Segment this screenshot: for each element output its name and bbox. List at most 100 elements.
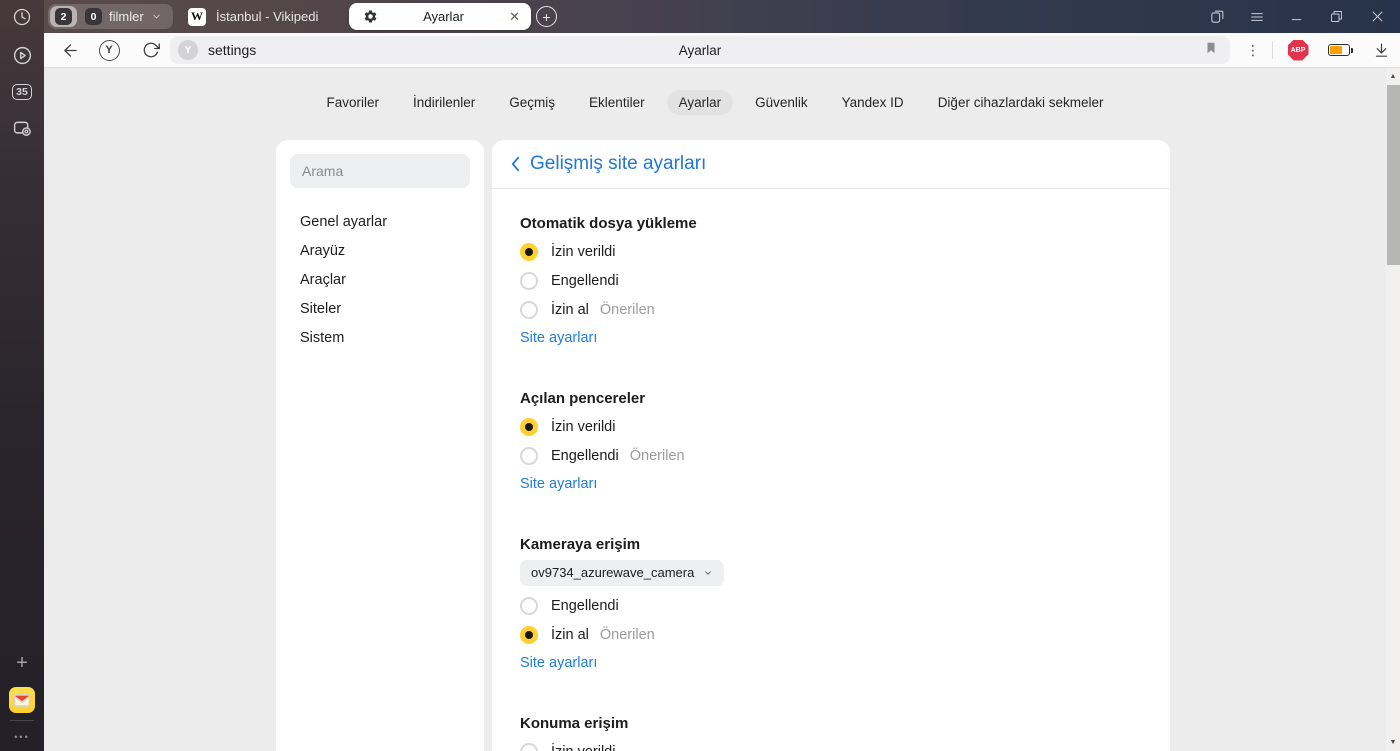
screenshot-icon[interactable] bbox=[0, 113, 44, 143]
scrollbar[interactable]: ▲ ▼ bbox=[1386, 68, 1400, 751]
settings-nav-item[interactable]: İndirilenler bbox=[401, 90, 487, 115]
tab-counter-value: 35 bbox=[12, 84, 32, 100]
option-label[interactable]: Engellendi bbox=[551, 273, 619, 289]
site-settings-link[interactable]: Site ayarları bbox=[520, 655, 597, 677]
settings-section: Konuma erişim İzin verildi bbox=[520, 715, 1142, 751]
history-icon[interactable] bbox=[0, 2, 44, 32]
browser-toolbar: Y Y settings Ayarlar ⋮ ABP bbox=[44, 33, 1400, 68]
radio-option-row: İzin verildi bbox=[520, 412, 1142, 441]
tab-group-label: filmler bbox=[109, 9, 144, 24]
downloads-icon[interactable] bbox=[1370, 33, 1392, 67]
option-label[interactable]: İzin verildi bbox=[551, 419, 615, 435]
settings-search-input[interactable] bbox=[290, 154, 470, 188]
option-label[interactable]: İzin al bbox=[551, 302, 589, 318]
close-window-icon[interactable] bbox=[1367, 0, 1387, 33]
address-bar[interactable]: Y settings Ayarlar bbox=[170, 36, 1230, 64]
back-icon[interactable] bbox=[56, 33, 84, 67]
tab-istanbul-vikipedi[interactable]: W İstanbul - Vikipedi bbox=[176, 0, 346, 33]
section-title: Kameraya erişim bbox=[520, 536, 641, 553]
settings-main-card: Gelişmiş site ayarları Otomatik dosya yü… bbox=[492, 140, 1170, 751]
settings-menu-item[interactable]: Araçlar bbox=[290, 265, 470, 294]
settings-nav-item[interactable]: Favoriler bbox=[314, 90, 391, 115]
refresh-icon[interactable] bbox=[137, 33, 165, 67]
bookmark-icon[interactable] bbox=[1204, 40, 1218, 61]
kebab-menu-icon[interactable]: ⋮ bbox=[1245, 33, 1261, 67]
mail-app-badge bbox=[9, 687, 35, 713]
settings-section: Kameraya erişim ov9734_azurewave_camera En… bbox=[520, 536, 1142, 677]
settings-nav-item[interactable]: Yandex ID bbox=[830, 90, 916, 115]
scroll-up-arrow[interactable]: ▲ bbox=[1386, 73, 1400, 80]
settings-sections: Otomatik dosya yükleme İzin verildi Engell… bbox=[492, 189, 1170, 751]
settings-nav-item[interactable]: Güvenlik bbox=[743, 90, 820, 115]
tab-group-collapsed-segment[interactable]: 0 filmler bbox=[77, 8, 171, 25]
yandex-mail-icon[interactable] bbox=[0, 685, 44, 715]
radio-unselected[interactable] bbox=[520, 446, 538, 465]
battery-icon[interactable] bbox=[1328, 33, 1353, 67]
tab-title: İstanbul - Vikipedi bbox=[216, 9, 319, 24]
settings-nav-item[interactable]: Eklentiler bbox=[577, 90, 657, 115]
maximize-restore-icon[interactable] bbox=[1326, 0, 1346, 33]
tab-ayarlar-active[interactable]: Ayarlar ✕ bbox=[349, 3, 531, 30]
gear-icon bbox=[364, 10, 377, 23]
camera-device-dropdown[interactable]: ov9734_azurewave_camera bbox=[520, 559, 725, 586]
settings-nav-item-active[interactable]: Ayarlar bbox=[666, 90, 734, 115]
chevron-down-icon bbox=[705, 570, 712, 575]
browser-window: 35 + ••• 2 0 filmler W İstanbul - Vikipe… bbox=[0, 0, 1400, 751]
settings-menu-item[interactable]: Arayüz bbox=[290, 236, 470, 265]
tab-close-icon[interactable]: ✕ bbox=[509, 10, 520, 23]
settings-menu-item[interactable]: Genel ayarlar bbox=[290, 207, 470, 236]
battery-body bbox=[1328, 44, 1353, 56]
app-sidebar: 35 + ••• bbox=[0, 0, 44, 751]
scrollbar-thumb[interactable] bbox=[1387, 85, 1400, 265]
settings-section: Açılan pencereler İzin verildi Engellendi Ö… bbox=[520, 390, 1142, 498]
option-label[interactable]: İzin al bbox=[551, 627, 589, 643]
yandex-home-icon[interactable]: Y bbox=[95, 33, 123, 67]
minimize-icon[interactable] bbox=[1286, 0, 1306, 33]
site-settings-link[interactable]: Site ayarları bbox=[520, 476, 597, 498]
radio-unselected[interactable] bbox=[520, 596, 538, 615]
side-panel-icon[interactable] bbox=[1207, 0, 1227, 33]
radio-option-row: Engellendi bbox=[520, 591, 1142, 620]
abp-badge: ABP bbox=[1287, 39, 1309, 61]
settings-nav-item[interactable]: Diğer cihazlardaki sekmeler bbox=[926, 90, 1116, 115]
omnibox-page-title: Ayarlar bbox=[678, 42, 722, 58]
radio-selected[interactable] bbox=[520, 242, 538, 261]
y-glyph: Y bbox=[98, 39, 120, 61]
radio-option-row: İzin al Önerilen bbox=[520, 620, 1142, 649]
add-panel-icon[interactable]: + bbox=[0, 648, 44, 678]
settings-menu: Genel ayarlar Arayüz Araçlar Siteler Sistem bbox=[290, 207, 470, 352]
option-label[interactable]: İzin verildi bbox=[551, 244, 615, 260]
option-label[interactable]: Engellendi bbox=[551, 598, 619, 614]
more-options-icon[interactable]: ••• bbox=[0, 722, 44, 751]
radio-option-row: Engellendi Önerilen bbox=[520, 441, 1142, 470]
settings-menu-item[interactable]: Sistem bbox=[290, 323, 470, 352]
tab-title: Ayarlar bbox=[423, 9, 465, 24]
back-chevron-icon[interactable] bbox=[510, 155, 521, 173]
site-settings-link[interactable]: Site ayarları bbox=[520, 330, 597, 352]
dropdown-value: ov9734_azurewave_camera bbox=[531, 565, 695, 580]
option-label[interactable]: Engellendi bbox=[551, 448, 619, 464]
section-title: Otomatik dosya yükleme bbox=[520, 215, 697, 232]
adblock-plus-icon[interactable]: ABP bbox=[1287, 33, 1309, 67]
radio-unselected[interactable] bbox=[520, 742, 538, 751]
radio-option-row: İzin al Önerilen bbox=[520, 295, 1142, 324]
advanced-site-settings-header: Gelişmiş site ayarları bbox=[492, 140, 1170, 189]
radio-unselected[interactable] bbox=[520, 300, 538, 319]
settings-menu-item[interactable]: Siteler bbox=[290, 294, 470, 323]
play-icon[interactable] bbox=[0, 40, 44, 70]
radio-option-row: İzin verildi bbox=[520, 737, 1142, 751]
option-label[interactable]: İzin verildi bbox=[551, 744, 615, 751]
tab-group-active-segment[interactable]: 2 bbox=[50, 6, 77, 27]
page-title: Gelişmiş site ayarları bbox=[530, 153, 707, 174]
radio-selected[interactable] bbox=[520, 625, 538, 644]
scroll-down-arrow[interactable]: ▼ bbox=[1386, 739, 1400, 746]
radio-selected[interactable] bbox=[520, 417, 538, 436]
settings-sidebar-card: Genel ayarlarArayüzAraçlarSitelerSistem bbox=[276, 140, 484, 751]
new-tab-button[interactable]: + bbox=[536, 6, 557, 27]
section-title: Açılan pencereler bbox=[520, 390, 646, 407]
tab-group[interactable]: 2 0 filmler bbox=[48, 4, 173, 29]
settings-nav-item[interactable]: Geçmiş bbox=[497, 90, 567, 115]
tab-counter-icon[interactable]: 35 bbox=[0, 77, 44, 107]
menu-hamburger-icon[interactable] bbox=[1247, 0, 1267, 33]
radio-unselected[interactable] bbox=[520, 271, 538, 290]
